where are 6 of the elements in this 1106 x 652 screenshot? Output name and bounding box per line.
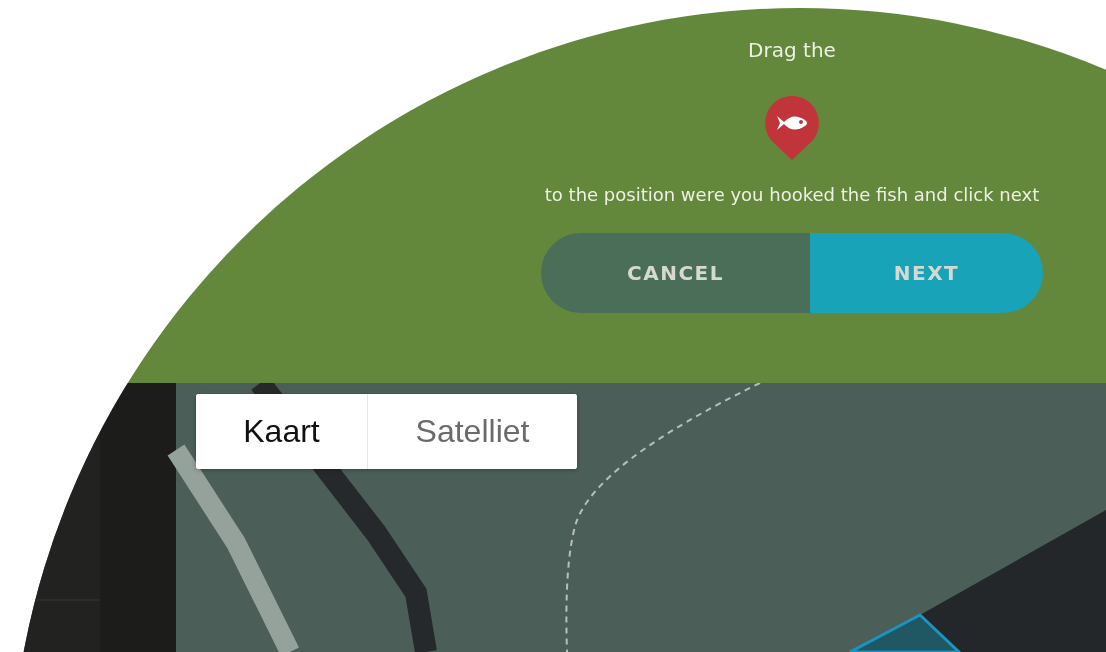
map-type-tab[interactable]: Kaart [196, 394, 367, 469]
instruction-text: to the position were you hooked the fish and click next [544, 184, 1040, 205]
cancel-button[interactable]: CANCEL [541, 233, 810, 313]
map-type-tab[interactable]: Satelliet [367, 394, 577, 469]
instruction-text: Drag the [748, 38, 836, 62]
fish-pin-icon [763, 94, 821, 162]
